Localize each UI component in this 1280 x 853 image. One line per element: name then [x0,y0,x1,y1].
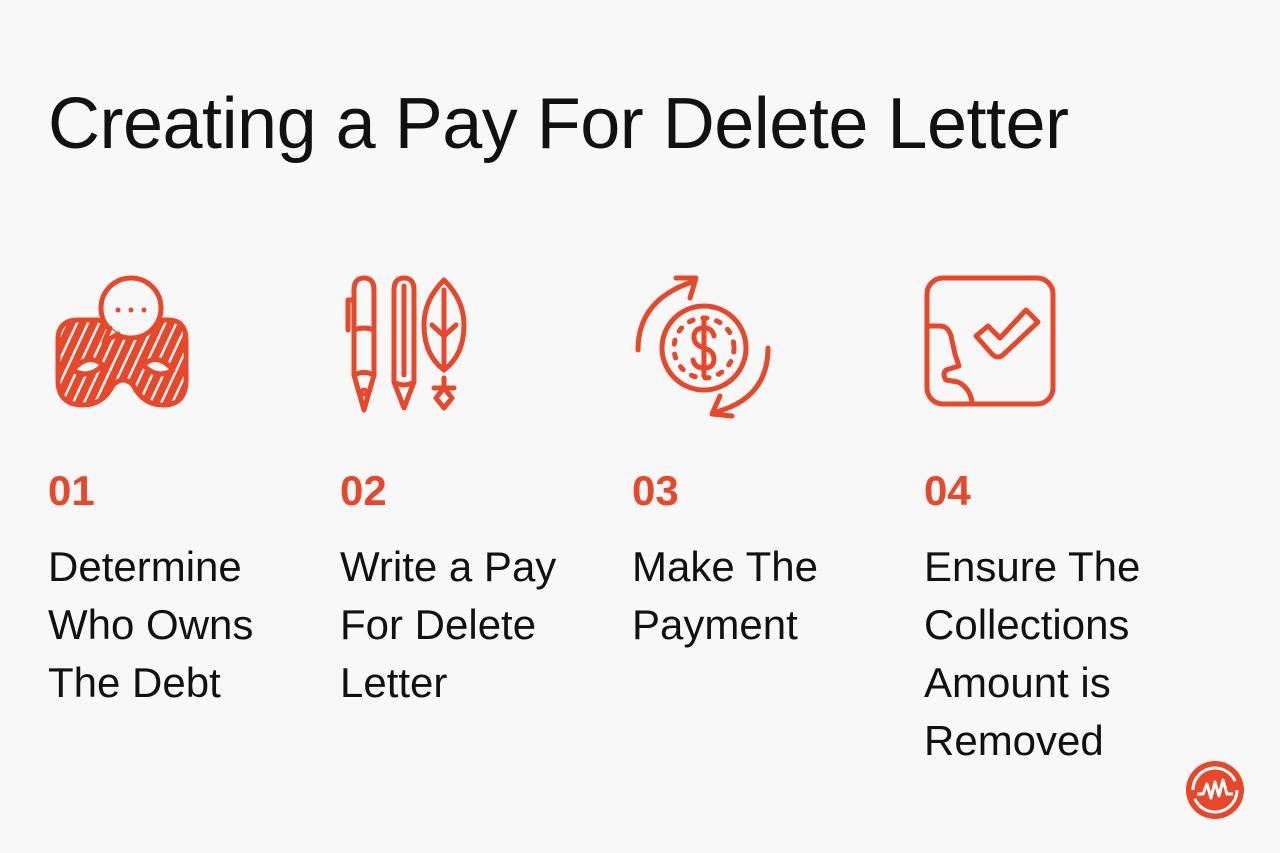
pens-pencil-quill-icon [345,275,467,413]
step-label-line: The Debt [48,659,221,706]
step-label: Ensure The Collections Amount is Removed [924,538,1204,770]
step-number: 02 [340,467,387,514]
step-number: 03 [632,467,679,514]
step-label-line: Removed [924,717,1104,764]
step-1: 01 Determine Who Owns The Debt [48,270,318,706]
step-label-line: Ensure The [924,543,1141,590]
step-label: Make The Payment [632,538,912,654]
checkmark-approval-icon [924,275,1056,407]
step-label: Determine Who Owns The Debt [48,538,328,712]
step-label-line: Letter [340,659,448,706]
step-label-line: Amount is [924,659,1111,706]
step-4: 04 Ensure The Collections Amount is Remo… [924,270,1194,764]
step-label-line: Make The [632,543,818,590]
dollar-coin-cycle-icon [635,275,771,419]
step-label: Write a Pay For Delete Letter [340,538,620,712]
step-3: 03 Make The Payment [632,270,902,648]
step-number: 04 [924,467,971,514]
step-label-line: Write a Pay [340,543,557,590]
step-label-line: Payment [632,601,798,648]
step-number: 01 [48,467,95,514]
step-label-line: Determine [48,543,242,590]
step-label-line: Collections [924,601,1130,648]
step-2: 02 Write a Pay For Delete Letter [340,270,610,706]
masks-speech-bubble-icon [55,275,189,408]
page-title: Creating a Pay For Delete Letter [48,84,1069,164]
step-label-line: For Delete [340,601,537,648]
brand-logo-wave-icon [1186,761,1244,819]
step-label-line: Who Owns [48,601,254,648]
